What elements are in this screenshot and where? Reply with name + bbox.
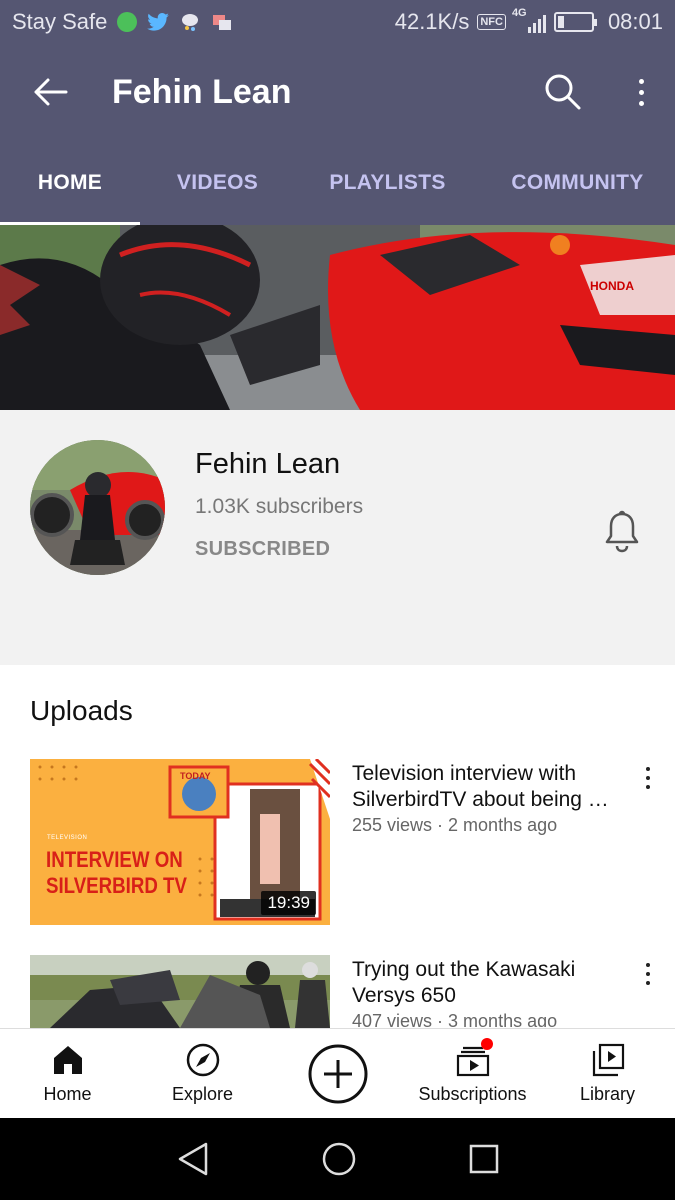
whatsapp-icon [117, 12, 138, 32]
nav-explore-label: Explore [171, 1084, 234, 1104]
tab-playlists[interactable]: PLAYLISTS [295, 140, 480, 225]
nav-library[interactable]: Library [540, 1029, 675, 1118]
bell-icon [605, 510, 639, 553]
signal-icon: 4G [512, 7, 546, 33]
video-meta: 255 views · 2 months ago [352, 815, 558, 835]
channel-name: Fehin Lean [195, 448, 341, 480]
thumb-badge: TODAY [180, 771, 211, 781]
tab-playlists-label: PLAYLISTS [329, 170, 446, 194]
video-more-icon[interactable] [638, 959, 658, 989]
video-item[interactable]: TODAY TELEVISION INTERVIEW ON SILVERBIRD… [0, 759, 675, 929]
net-speed: 42.1K/s [394, 9, 470, 34]
avatar[interactable] [30, 440, 165, 575]
nav-library-label: Library [579, 1084, 636, 1104]
nav-create[interactable] [270, 1029, 405, 1118]
avatar-image [30, 440, 165, 575]
video-thumbnail[interactable] [30, 955, 330, 1028]
thumb-heading-line2: SILVERBIRD TV [46, 873, 187, 898]
home-circle-icon[interactable] [321, 1141, 357, 1177]
banner-image: HONDA [0, 225, 675, 410]
tab-videos-label: VIDEOS [176, 170, 259, 194]
status-time: 08:01 [607, 9, 663, 34]
video-title[interactable]: Television interview with SilverbirdTV a… [352, 761, 622, 813]
tab-videos[interactable]: VIDEOS [140, 140, 295, 225]
search-icon [545, 74, 581, 110]
notification-bell-button[interactable] [602, 510, 642, 554]
tab-home-label: HOME [37, 170, 103, 194]
notification-icon [213, 15, 232, 30]
channel-tabs: HOME VIDEOS PLAYLISTS COMMUNITY [0, 140, 675, 225]
video-title[interactable]: Trying out the Kawasaki Versys 650 [352, 957, 622, 1009]
nav-home-label: Home [43, 1084, 92, 1104]
more-vert-icon[interactable] [629, 68, 653, 116]
tab-community-label: COMMUNITY [511, 170, 644, 194]
uploads-heading: Uploads [30, 695, 133, 726]
nav-explore[interactable]: Explore [135, 1029, 270, 1118]
video-duration: 19:39 [261, 891, 316, 915]
nav-home[interactable]: Home [0, 1029, 135, 1118]
status-bar: Stay Safe 42.1K/s NFC 4G 08:01 [0, 0, 675, 44]
thumbnail-image [30, 955, 330, 1028]
video-meta: 407 views · 3 months ago [352, 1011, 558, 1027]
thumb-heading-line1: INTERVIEW ON [46, 847, 183, 872]
nfc-icon: NFC [477, 14, 506, 30]
new-content-dot [480, 1038, 493, 1050]
bottom-nav: Home Explore Subscriptions Library [0, 1028, 675, 1118]
tab-home[interactable]: HOME [0, 140, 140, 225]
thumb-heading-small: TELEVISION [47, 835, 88, 841]
nav-subscriptions-label: Subscriptions [418, 1084, 527, 1104]
back-triangle-icon[interactable] [176, 1141, 210, 1177]
library-icon [592, 1043, 624, 1077]
video-more-icon[interactable] [638, 763, 658, 793]
create-plus-icon [308, 1044, 367, 1103]
battery-icon [553, 12, 597, 32]
subscriber-count: 1.03K subscribers [195, 495, 364, 518]
twitter-icon [147, 13, 170, 31]
app-header: Fehin Lean [0, 44, 675, 140]
channel-banner: HONDA [0, 225, 675, 410]
status-left-text: Stay Safe [12, 9, 108, 34]
header-title: Fehin Lean [112, 72, 292, 111]
channel-info: Fehin Lean 1.03K subscribers SUBSCRIBED [0, 410, 675, 665]
svg-text:HONDA: HONDA [590, 279, 634, 293]
weather-icon [182, 14, 199, 31]
nav-subscriptions[interactable]: Subscriptions [405, 1029, 540, 1118]
system-nav-bar [0, 1118, 675, 1200]
subscriptions-icon [455, 1038, 493, 1078]
back-arrow-icon [34, 78, 68, 106]
network-type: 4G [511, 7, 527, 19]
back-button[interactable] [0, 44, 100, 140]
home-icon [53, 1046, 82, 1074]
compass-icon [186, 1043, 219, 1077]
recents-square-icon[interactable] [468, 1143, 500, 1175]
subscribed-button[interactable]: SUBSCRIBED [195, 538, 330, 561]
video-thumbnail[interactable]: TODAY TELEVISION INTERVIEW ON SILVERBIRD… [30, 759, 330, 925]
search-button[interactable] [539, 68, 587, 116]
tab-community[interactable]: COMMUNITY [480, 140, 675, 225]
